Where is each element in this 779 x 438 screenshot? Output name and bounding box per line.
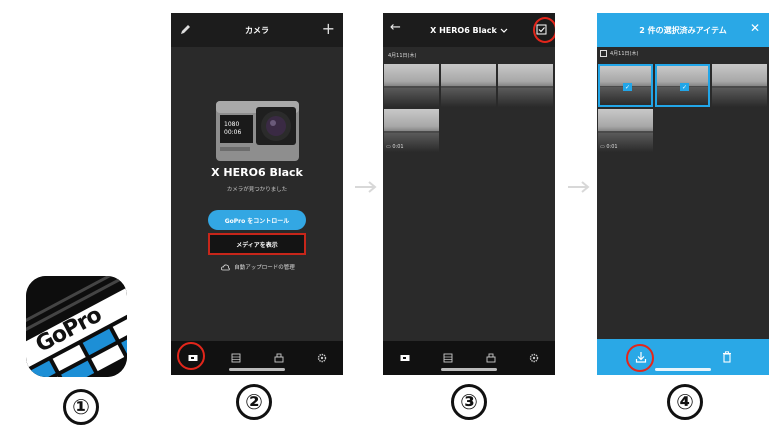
media-tab-icon[interactable] — [442, 353, 454, 364]
media-thumbnail-selected[interactable]: ✓ — [598, 64, 653, 107]
view-media-button[interactable]: メディアを表示 — [208, 233, 306, 255]
checkbox-empty-icon[interactable] — [600, 50, 607, 57]
media-thumbnail[interactable] — [441, 64, 496, 107]
media-thumbnail[interactable] — [384, 64, 439, 107]
select-date-row[interactable]: 4月11日(木) — [600, 50, 638, 57]
highlight-ring — [177, 342, 205, 370]
date-label: 4月11日(木) — [388, 53, 417, 59]
step-number-3: ③ — [451, 384, 487, 420]
gopro-app-icon[interactable]: GoPro — [26, 276, 127, 377]
camera-found-text: カメラが見つかりました — [226, 187, 288, 193]
auto-upload-link[interactable]: 自動アップロードの管理 — [203, 263, 313, 271]
check-icon: ✓ — [623, 83, 632, 91]
media-thumbnail[interactable] — [712, 64, 767, 107]
video-duration: 0:01 — [606, 144, 618, 150]
top-bar: ← X HERO6 Black — [383, 13, 555, 47]
screen-camera: カメラ + 1080 00:06 X HERO6 Black カメラが見つかりま… — [171, 13, 343, 375]
arrow-right-icon — [355, 181, 377, 193]
plus-icon[interactable]: + — [322, 21, 335, 37]
media-thumbnail-video[interactable]: ▭ 0:01 — [598, 109, 653, 152]
screen-selection: 2 件の選択済みアイテム ✕ 4月11日(木) ✓ ✓ ▭ 0:01 — [597, 13, 769, 375]
video-icon: ▭ — [600, 144, 605, 150]
home-indicator — [441, 368, 497, 371]
media-tab-icon[interactable] — [230, 353, 242, 364]
step-number-1: ① — [63, 389, 99, 425]
control-gopro-button[interactable]: GoPro をコントロール — [208, 210, 306, 230]
top-bar-selection: 2 件の選択済みアイテム ✕ — [597, 13, 769, 47]
media-thumbnail-selected[interactable]: ✓ — [655, 64, 710, 107]
print-tab-icon[interactable] — [273, 353, 285, 364]
back-arrow-icon[interactable]: ← — [390, 21, 401, 34]
camera-name: X HERO6 Black — [211, 166, 303, 179]
page-title: カメラ — [245, 25, 269, 35]
settings-gear-icon[interactable] — [528, 353, 540, 364]
svg-text:00:06: 00:06 — [224, 129, 241, 136]
home-indicator — [655, 368, 711, 371]
auto-upload-label: 自動アップロードの管理 — [234, 265, 295, 271]
date-label: 4月11日(木) — [610, 51, 639, 57]
highlight-ring — [626, 344, 654, 372]
top-bar: カメラ + — [171, 13, 343, 47]
step-number-2: ② — [236, 384, 272, 420]
step-number-4: ④ — [667, 384, 703, 420]
svg-text:1080: 1080 — [224, 121, 239, 128]
settings-gear-icon[interactable] — [316, 353, 328, 364]
page-title[interactable]: X HERO6 Black — [430, 26, 497, 35]
print-tab-icon[interactable] — [485, 353, 497, 364]
screen-media-list: ← X HERO6 Black 4月11日(木) ▭ 0:01 — [383, 13, 555, 375]
pencil-icon[interactable] — [180, 24, 191, 35]
camera-image: 1080 00:06 — [214, 97, 301, 164]
trash-icon[interactable] — [722, 351, 732, 363]
media-thumbnail-video[interactable]: ▭ 0:01 — [384, 109, 439, 152]
video-icon: ▭ — [386, 144, 391, 150]
arrow-right-icon — [568, 181, 590, 193]
home-indicator — [229, 368, 285, 371]
close-icon[interactable]: ✕ — [750, 22, 760, 34]
cloud-upload-icon — [221, 264, 231, 270]
chevron-down-icon[interactable] — [500, 28, 508, 33]
selected-count-title: 2 件の選択済みアイテム — [639, 25, 727, 35]
check-icon: ✓ — [680, 83, 689, 91]
highlight-ring — [533, 17, 555, 43]
camera-tab-icon[interactable] — [399, 353, 411, 364]
media-thumbnail[interactable] — [498, 64, 553, 107]
video-duration: 0:01 — [392, 144, 404, 150]
